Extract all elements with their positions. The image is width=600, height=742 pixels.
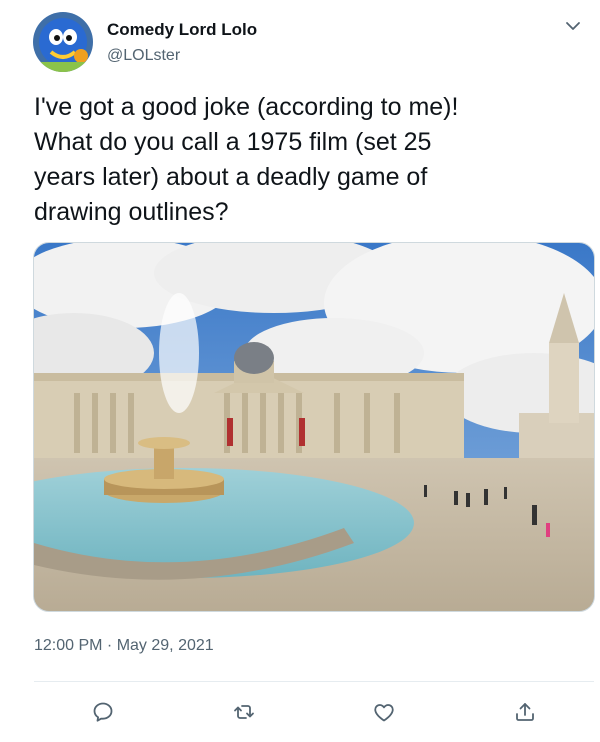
share-icon: [516, 703, 534, 721]
avatar-image: [33, 12, 93, 72]
avatar[interactable]: [33, 12, 93, 72]
tweet-text: I've got a good joke (according to me)! …: [34, 93, 459, 226]
more-options-button[interactable]: [562, 18, 584, 34]
heart-icon: [374, 704, 394, 722]
tweet-timestamp[interactable]: 12:00 PM · May 29, 2021: [34, 637, 214, 655]
photo-image: [34, 243, 594, 611]
share-button[interactable]: [508, 695, 542, 729]
tweet-photo[interactable]: [33, 242, 595, 612]
reply-button[interactable]: [86, 695, 120, 729]
tweet-card: Comedy Lord Lolo @LOLster I've got a goo…: [0, 0, 600, 742]
user-handle[interactable]: @LOLster: [107, 47, 180, 65]
retweet-button[interactable]: [227, 695, 261, 729]
divider: [34, 681, 594, 682]
display-name[interactable]: Comedy Lord Lolo: [107, 20, 257, 40]
like-button[interactable]: [367, 695, 401, 729]
chevron-down-icon: [566, 22, 580, 30]
reply-icon: [93, 702, 113, 722]
retweet-icon: [234, 705, 254, 719]
